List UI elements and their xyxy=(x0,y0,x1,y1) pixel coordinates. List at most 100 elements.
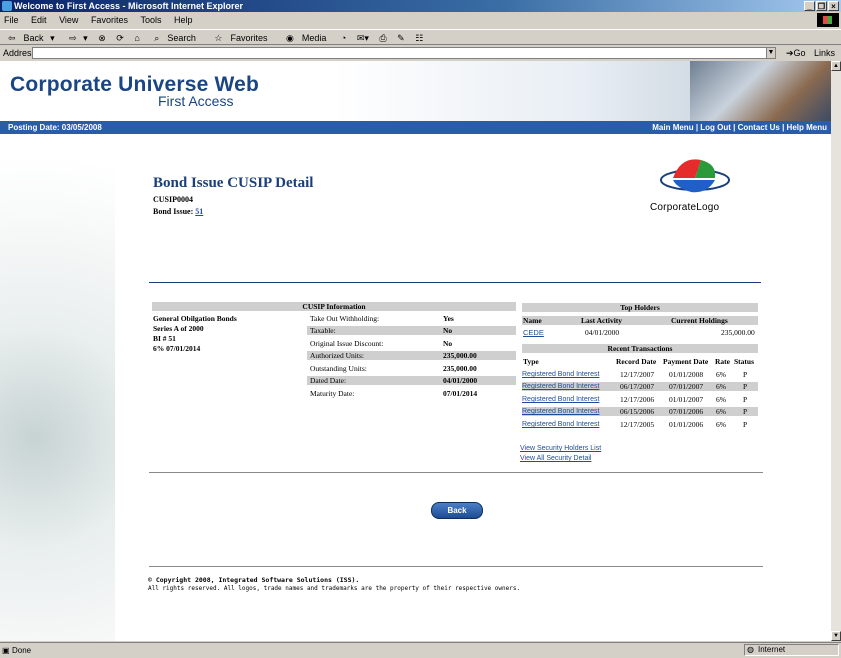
address-dropdown-icon[interactable]: ▼ xyxy=(766,47,776,59)
field-value: 07/01/2014 xyxy=(443,389,478,398)
globe-background xyxy=(0,134,115,641)
transaction-status: P xyxy=(743,407,748,416)
transaction-record-date: 06/17/2007 xyxy=(620,382,655,391)
transaction-type-link[interactable]: Registered Bond Interest xyxy=(522,395,599,404)
menu-tools[interactable]: Tools xyxy=(140,15,161,25)
bond-issue-line: Bond Issue: 51 xyxy=(153,207,203,216)
home-icon[interactable]: ⌂ xyxy=(134,33,139,43)
menu-help[interactable]: Help xyxy=(174,15,193,25)
window-titlebar: Welcome to First Access - Microsoft Inte… xyxy=(0,0,841,12)
copyright-text: © Copyright 2008, Integrated Software So… xyxy=(148,576,360,584)
close-button[interactable]: × xyxy=(828,1,839,11)
transaction-record-date: 12/17/2005 xyxy=(620,420,655,429)
back-nav-button[interactable]: ⇦ Back ▾ xyxy=(4,33,55,43)
field-label: Taxable: xyxy=(310,326,336,335)
go-button[interactable]: ➔Go xyxy=(786,46,806,60)
brand-subtitle: First Access xyxy=(158,93,234,109)
bond-issue-label: Bond Issue: xyxy=(153,207,194,216)
field-value: Yes xyxy=(443,314,454,323)
field-label: Take Out Withholding: xyxy=(310,314,380,323)
top-holders-header: Top Holders xyxy=(522,303,758,312)
vertical-scrollbar[interactable]: ▲ ▼ xyxy=(831,61,841,641)
menu-favorites[interactable]: Favorites xyxy=(91,15,128,25)
mail-icon[interactable]: ✉▾ xyxy=(357,33,369,43)
forward-nav-button[interactable]: ⇨ ▾ xyxy=(65,33,88,43)
nav-main-menu[interactable]: Main Menu xyxy=(652,123,693,132)
header-photo xyxy=(690,61,831,121)
bond-description-line2: Series A of 2000 xyxy=(153,324,204,333)
transaction-record-date: 06/15/2006 xyxy=(620,407,655,416)
col-status: Status xyxy=(734,357,755,366)
page-viewport: Corporate Universe Web First Access Post… xyxy=(0,61,831,641)
transaction-type-link[interactable]: Registered Bond Interest xyxy=(522,407,599,416)
links-button[interactable]: Links xyxy=(814,46,835,60)
transaction-payment-date: 07/01/2006 xyxy=(669,407,704,416)
window-title: Welcome to First Access - Microsoft Inte… xyxy=(14,1,244,11)
nav-contact-us[interactable]: Contact Us xyxy=(738,123,780,132)
holder-name-link[interactable]: CEDE xyxy=(523,328,544,337)
divider-footer xyxy=(149,566,763,567)
history-icon[interactable]: ◔ xyxy=(341,33,346,43)
transaction-rate: 6% xyxy=(716,420,726,429)
recent-transactions-header: Recent Transactions xyxy=(522,344,758,353)
transaction-type-link[interactable]: Registered Bond Interest xyxy=(522,370,599,379)
col-rate: Rate xyxy=(715,357,730,366)
bond-issue-link[interactable]: 51 xyxy=(195,207,203,216)
field-value: 235,000.00 xyxy=(443,364,477,373)
star-icon: ☆ xyxy=(214,33,223,43)
field-value: No xyxy=(443,339,453,348)
scroll-up-icon[interactable]: ▲ xyxy=(831,61,841,71)
media-toolbar-button[interactable]: ◉ Media xyxy=(282,33,330,43)
menu-bar: File Edit View Favorites Tools Help xyxy=(0,13,841,28)
field-label: Outstanding Units: xyxy=(310,364,367,373)
bond-description-line4: 6% 07/01/2014 xyxy=(153,344,201,353)
rights-text: All rights reserved. All logos, trade na… xyxy=(148,585,521,592)
globe-icon: ◍ xyxy=(747,645,754,654)
forward-arrow-icon: ⇨ xyxy=(69,33,77,43)
nav-bar: Posting Date: 03/05/2008 Main Menu | Log… xyxy=(0,121,831,134)
nav-log-out[interactable]: Log Out xyxy=(700,123,731,132)
refresh-icon[interactable]: ⟳ xyxy=(116,33,124,43)
cusip-id: CUSIP0004 xyxy=(153,195,194,204)
scroll-down-icon[interactable]: ▼ xyxy=(831,631,841,641)
edit-icon[interactable]: ✎ xyxy=(397,33,405,43)
back-arrow-icon: ⇦ xyxy=(8,33,16,43)
menu-edit[interactable]: Edit xyxy=(31,15,47,25)
menu-view[interactable]: View xyxy=(59,15,78,25)
site-header: Corporate Universe Web First Access xyxy=(0,61,831,121)
transaction-rate: 6% xyxy=(716,407,726,416)
nav-help-menu[interactable]: Help Menu xyxy=(787,123,827,132)
menu-file[interactable]: File xyxy=(4,15,19,25)
stop-icon[interactable]: ⊗ xyxy=(98,33,106,43)
transaction-rate: 6% xyxy=(716,395,726,404)
field-value: 04/01/2000 xyxy=(443,376,478,385)
divider-middle xyxy=(149,472,763,473)
search-icon: ⌕ xyxy=(154,33,160,43)
transaction-status: P xyxy=(743,370,748,379)
minimize-button[interactable]: _ xyxy=(804,1,815,11)
media-icon: ◉ xyxy=(285,33,294,43)
page-icon: ▣ xyxy=(2,646,10,655)
posting-date: Posting Date: 03/05/2008 xyxy=(8,123,102,132)
address-input[interactable] xyxy=(32,47,776,59)
logo-text: CorporateLogo xyxy=(650,202,720,213)
transaction-type-link[interactable]: Registered Bond Interest xyxy=(522,382,599,391)
transaction-type-link[interactable]: Registered Bond Interest xyxy=(522,420,599,429)
transaction-payment-date: 01/01/2008 xyxy=(669,370,704,379)
transaction-record-date: 12/17/2007 xyxy=(620,370,655,379)
view-security-holders-link[interactable]: View Security Holders List xyxy=(520,444,601,453)
restore-button[interactable]: ❐ xyxy=(816,1,827,11)
view-all-security-detail-link[interactable]: View All Security Detail xyxy=(520,454,591,463)
status-text: Done xyxy=(12,646,32,655)
holder-holdings: 235,000.00 xyxy=(721,328,755,337)
print-icon[interactable]: ⎙ xyxy=(379,33,386,43)
discuss-icon[interactable]: ☷ xyxy=(415,33,423,43)
page-title: Bond Issue CUSIP Detail xyxy=(153,175,314,191)
address-bar: Address ▼ ➔Go Links xyxy=(0,46,841,60)
transaction-payment-date: 01/01/2007 xyxy=(669,395,704,404)
field-label: Maturity Date: xyxy=(310,389,355,398)
favorites-toolbar-button[interactable]: ☆ Favorites xyxy=(210,33,271,43)
search-toolbar-button[interactable]: ⌕ Search xyxy=(150,33,200,43)
col-current-holdings: Current Holdings xyxy=(671,316,728,325)
back-button[interactable]: Back xyxy=(431,502,483,519)
